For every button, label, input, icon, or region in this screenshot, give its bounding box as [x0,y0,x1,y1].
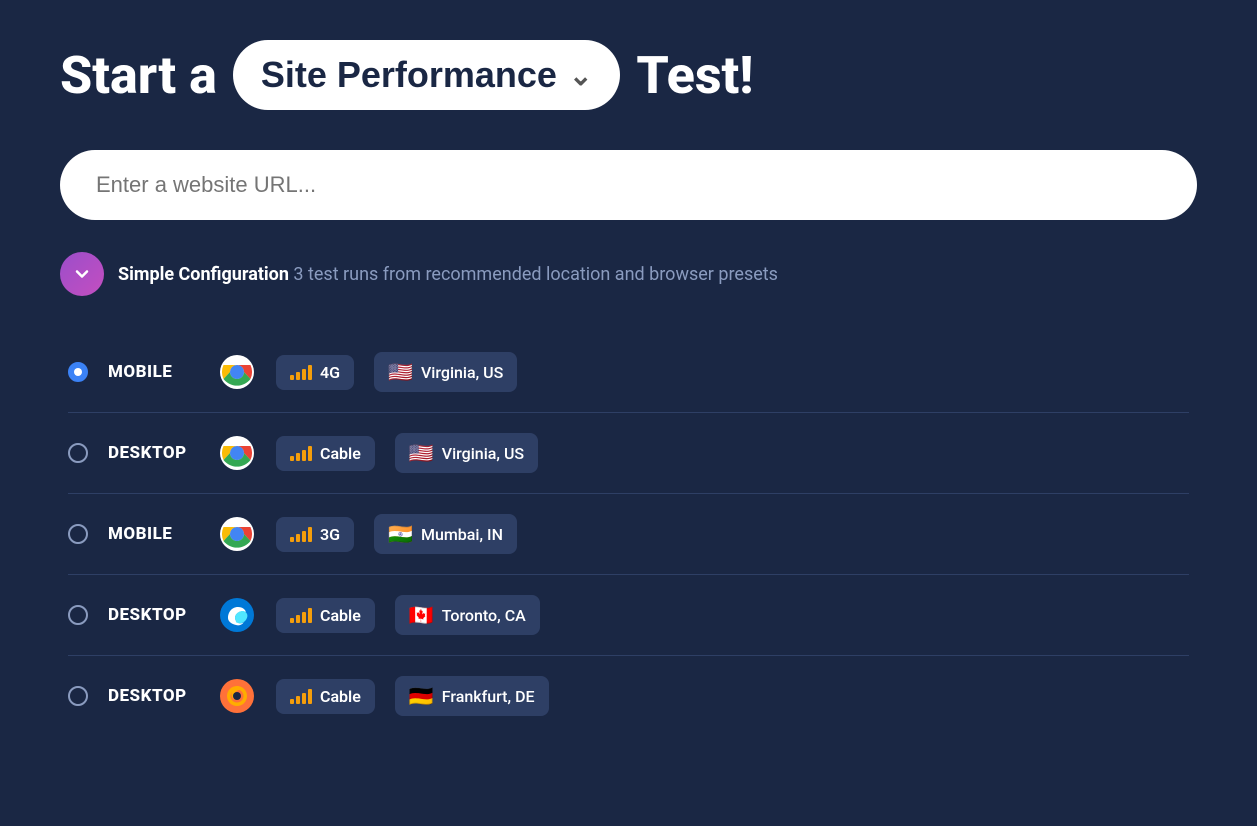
signal-bars-icon [290,364,312,380]
location-badge: 🇺🇸 Virginia, US [374,352,517,392]
simple-config-muted: 3 test runs from recommended location an… [289,264,778,285]
radio-button-4[interactable] [68,605,88,625]
location-badge: 🇺🇸 Virginia, US [395,433,538,473]
signal-bars-icon [290,445,312,461]
chrome-icon [220,436,254,470]
connection-badge: Cable [276,436,375,471]
test-type-dropdown[interactable]: Site Performance ⌄ [233,40,621,110]
table-row: DESKTOP Cable [68,656,1189,736]
table-row: DESKTOP Cable 🇨🇦 [68,575,1189,656]
header-prefix: Start a [60,45,217,106]
signal-bars-icon [290,607,312,623]
radio-button-2[interactable] [68,443,88,463]
flag-icon: 🇩🇪 [409,684,434,708]
location-label: Virginia, US [421,363,503,382]
connection-label: Cable [320,444,361,463]
flag-icon: 🇺🇸 [388,360,413,384]
firefox-icon [220,679,254,713]
browser-icon-chrome [218,515,256,553]
connection-label: Cable [320,606,361,625]
edge-icon [220,598,254,632]
url-input[interactable] [60,150,1197,220]
chrome-icon [220,355,254,389]
flag-icon: 🇺🇸 [409,441,434,465]
signal-bars-icon [290,688,312,704]
chevron-down-icon [72,264,92,284]
chevron-down-icon: ⌄ [569,59,592,92]
connection-label: 4G [320,363,340,382]
url-input-wrapper [60,150,1197,220]
radio-button-1[interactable] [68,362,88,382]
connection-label: 3G [320,525,340,544]
simple-config-toggle[interactable] [60,252,104,296]
location-badge: 🇨🇦 Toronto, CA [395,595,540,635]
table-row: DESKTOP Cable [68,413,1189,494]
dropdown-label: Site Performance [261,54,557,96]
simple-config-text: Simple Configuration 3 test runs from re… [118,264,778,285]
test-rows-container: MOBILE 4G [60,332,1197,736]
location-badge: 🇩🇪 Frankfurt, DE [395,676,549,716]
signal-bars-icon [290,526,312,542]
device-label: DESKTOP [108,605,198,625]
browser-icon-firefox [218,677,256,715]
connection-label: Cable [320,687,361,706]
flag-icon: 🇨🇦 [409,603,434,627]
browser-icon-edge [218,596,256,634]
browser-icon-chrome [218,353,256,391]
location-label: Virginia, US [442,444,524,463]
flag-icon: 🇮🇳 [388,522,413,546]
connection-badge: Cable [276,679,375,714]
table-row: MOBILE 3G [68,494,1189,575]
location-badge: 🇮🇳 Mumbai, IN [374,514,517,554]
simple-config-bold: Simple Configuration [118,264,289,285]
location-label: Toronto, CA [442,606,526,625]
chrome-icon [220,517,254,551]
header-row: Start a Site Performance ⌄ Test! [60,40,1197,110]
header-suffix: Test! [636,45,753,106]
location-label: Frankfurt, DE [442,687,535,706]
radio-button-5[interactable] [68,686,88,706]
browser-icon-chrome [218,434,256,472]
device-label: MOBILE [108,362,198,382]
table-row: MOBILE 4G [68,332,1189,413]
radio-button-3[interactable] [68,524,88,544]
device-label: MOBILE [108,524,198,544]
location-label: Mumbai, IN [421,525,503,544]
simple-config-row: Simple Configuration 3 test runs from re… [60,252,1197,296]
connection-badge: 4G [276,355,354,390]
device-label: DESKTOP [108,443,198,463]
connection-badge: 3G [276,517,354,552]
connection-badge: Cable [276,598,375,633]
device-label: DESKTOP [108,686,198,706]
main-container: Start a Site Performance ⌄ Test! Simple … [60,40,1197,736]
